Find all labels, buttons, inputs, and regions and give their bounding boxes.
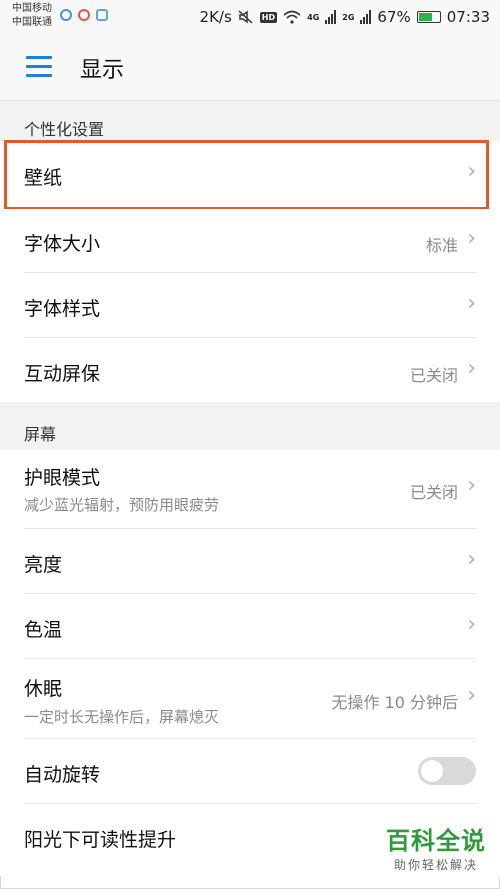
toggle-knob — [421, 760, 443, 782]
row-label: 阳光下可读性提升 — [24, 829, 177, 851]
weibo-icon — [78, 9, 90, 21]
chevron-right-icon: › — [467, 547, 476, 572]
wifi-icon — [283, 10, 301, 24]
qq-icon — [60, 9, 72, 21]
row-label: 自动旋转 — [24, 764, 101, 786]
row-subtitle: 一定时长无操作后，屏幕熄灭 — [24, 708, 220, 726]
chevron-right-icon: › — [467, 291, 476, 316]
watermark-subtitle: 助你轻松解决 — [393, 858, 478, 872]
chevron-right-icon: › — [467, 356, 476, 381]
battery-icon — [416, 11, 441, 23]
watermark-title: 百科全说 — [386, 827, 486, 855]
row-value: 已关闭 — [409, 483, 458, 502]
section-header-personal: 个性化设置 — [0, 101, 500, 141]
battery-percent: 67% — [377, 8, 411, 26]
row-interactive-screensaver[interactable]: 互动屏保 已关闭 › — [0, 338, 500, 402]
mute-icon — [238, 10, 253, 24]
2g-label: 2G — [342, 12, 355, 22]
row-font-size[interactable]: 字体大小 标准 › — [0, 209, 500, 273]
section-label: 个性化设置 — [24, 120, 105, 139]
app-header: 显示 — [0, 36, 500, 101]
section-label: 屏幕 — [24, 425, 57, 444]
row-label: 字体样式 — [24, 298, 101, 320]
row-value: 无操作 10 分钟后 — [331, 693, 458, 712]
chevron-right-icon: › — [467, 226, 476, 251]
chevron-right-icon: › — [467, 473, 476, 498]
signal-icon-1 — [325, 10, 337, 24]
row-value: 标准 — [425, 236, 458, 255]
row-font-style[interactable]: 字体样式 › — [0, 273, 500, 338]
watermark-logo: 百科全说 助你轻松解决 — [386, 821, 486, 873]
row-brightness[interactable]: 亮度 › — [0, 529, 500, 594]
row-label: 护眼模式 — [24, 467, 101, 489]
section-header-screen: 屏幕 — [0, 402, 500, 450]
row-auto-rotate[interactable]: 自动旋转 — [0, 739, 500, 804]
page-title: 显示 — [80, 58, 125, 83]
chevron-right-icon: › — [467, 612, 476, 637]
row-value: 已关闭 — [409, 366, 458, 385]
row-label: 休眠 — [24, 678, 63, 700]
menu-icon[interactable] — [26, 56, 52, 78]
status-right: 2K/s HD 4G 2G 67% 07:33 — [200, 8, 490, 26]
carrier-info: 中国移动 中国联通 — [12, 2, 52, 30]
network-speed: 2K/s — [199, 8, 232, 26]
row-label: 互动屏保 — [24, 363, 101, 385]
chevron-right-icon: › — [467, 683, 476, 708]
auto-rotate-toggle[interactable] — [418, 757, 476, 785]
row-color-temperature[interactable]: 色温 › — [0, 594, 500, 659]
row-label: 字体大小 — [24, 233, 101, 255]
clock: 07:33 — [446, 8, 490, 26]
signal-icon-2 — [360, 10, 372, 24]
row-label: 亮度 — [24, 554, 63, 576]
4g-label: 4G — [307, 12, 320, 22]
highlight-box — [4, 140, 489, 210]
app-notification-icon — [96, 9, 108, 21]
row-subtitle: 减少蓝光辐射，预防用眼疲劳 — [24, 496, 220, 514]
hd-icon: HD — [259, 11, 278, 23]
carrier-2: 中国联通 — [12, 17, 52, 28]
carrier-1: 中国移动 — [12, 3, 52, 14]
row-eye-comfort[interactable]: 护眼模式 减少蓝光辐射，预防用眼疲劳 已关闭 › — [0, 450, 500, 529]
row-label: 色温 — [24, 619, 63, 641]
notification-icons — [60, 9, 108, 21]
status-bar: 中国移动 中国联通 2K/s HD 4G 2G 67% 07:33 — [0, 0, 500, 36]
row-sleep[interactable]: 休眠 一定时长无操作后，屏幕熄灭 无操作 10 分钟后 › — [0, 659, 500, 739]
